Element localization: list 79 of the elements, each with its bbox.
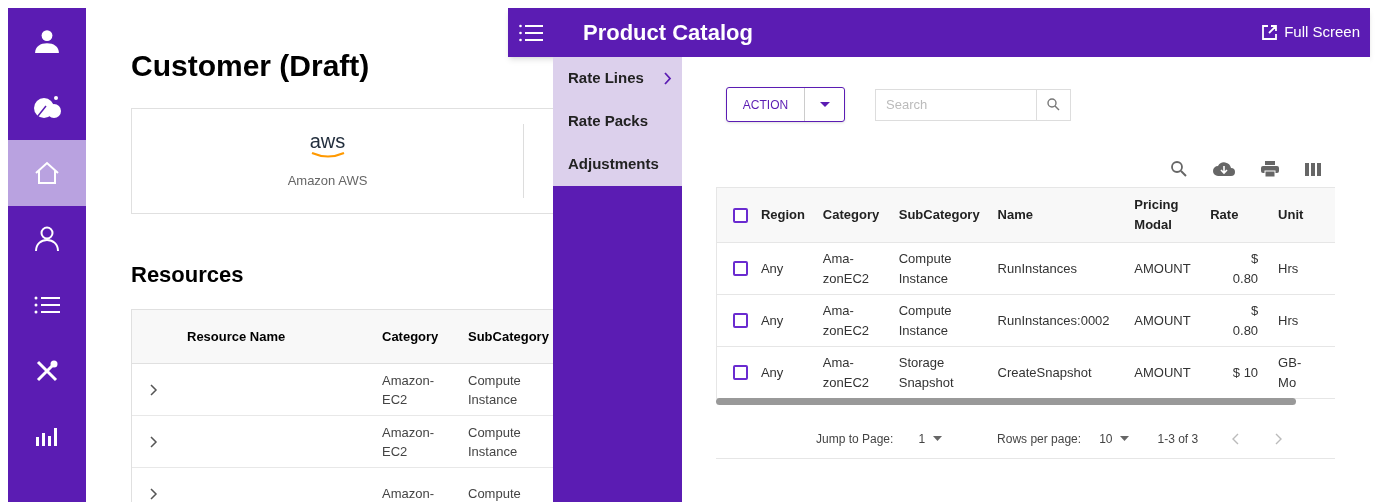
table-cell-text: Hrs: [1278, 259, 1299, 278]
table-cell-text: Any: [760, 311, 784, 330]
search-button[interactable]: [1037, 88, 1071, 121]
column-header: Region: [760, 206, 805, 224]
checkbox[interactable]: [733, 261, 748, 276]
table-cell-text: GB-Mo: [1278, 353, 1303, 392]
table-cell-text: Compute: [468, 485, 522, 502]
table-cell-text: Any: [760, 363, 784, 382]
column-header: Category: [382, 327, 440, 346]
table-cell-text: Storage Snapshot: [898, 353, 955, 392]
search-icon[interactable]: [1171, 161, 1187, 177]
tools-icon: [35, 359, 59, 383]
caret-icon: [819, 102, 830, 107]
page-range: 1-3 of 3: [1157, 430, 1199, 448]
bar-chart-icon: [36, 428, 58, 446]
table-cell-text: Compute Instance: [468, 371, 522, 409]
table-cell-text: Compute Instance: [468, 423, 522, 461]
user-icon: [35, 226, 59, 252]
column-header: Unit: [1278, 206, 1304, 224]
cloud-logo-icon: [32, 94, 62, 120]
table-cell-text: Ama-zonEC2: [822, 249, 868, 288]
panel-title: Product Catalog: [583, 19, 753, 47]
caret-icon: [1120, 436, 1130, 441]
column-header: Category: [822, 206, 880, 224]
search-icon: [1047, 98, 1060, 111]
open-external-icon: [1261, 24, 1279, 41]
provider-name: Amazon AWS: [287, 172, 368, 191]
table-cell-text: CreateSnapshot: [997, 363, 1092, 382]
checkbox[interactable]: [733, 365, 748, 380]
home-icon: [34, 161, 60, 185]
rows-label: Rows per page:: [997, 430, 1082, 448]
table-cell-text: Amazon-EC2: [382, 371, 436, 409]
column-header: Pricing Modal: [1134, 196, 1180, 234]
table-cell-text: $ 0.80: [1231, 301, 1259, 340]
table-cell-text: Compute Instance: [898, 249, 953, 288]
table-cell-text: AMOUNT: [1134, 311, 1191, 330]
expand-icon[interactable]: [150, 487, 158, 500]
full-screen-button[interactable]: Full Screen: [1261, 21, 1360, 44]
expand-icon[interactable]: [150, 435, 158, 448]
columns-icon[interactable]: [1305, 162, 1321, 176]
table-cell-text: Ama-zonEC2: [822, 353, 868, 392]
person-icon: [34, 28, 60, 54]
table-cell-text: Ama-zonEC2: [822, 301, 868, 340]
column-header: SubCategory: [898, 206, 980, 224]
rows-select[interactable]: 10: [1099, 429, 1130, 448]
page-title: Customer (Draft): [131, 48, 370, 84]
cloud-download-icon[interactable]: [1213, 161, 1235, 177]
table-cell-text: RunInstances:0002: [997, 311, 1110, 330]
table-cell-text: Amazon-: [382, 485, 436, 502]
table-cell-text: Hrs: [1278, 311, 1299, 330]
action-button[interactable]: ACTION: [726, 87, 845, 122]
table-cell-text: AMOUNT: [1134, 259, 1191, 278]
menu-item[interactable]: Rate Packs: [553, 100, 682, 143]
table-cell-text: $ 10: [1232, 363, 1259, 382]
list-icon: [34, 295, 60, 315]
column-header: Name: [997, 206, 1033, 224]
table-cell-text: AMOUNT: [1134, 363, 1191, 382]
page-select[interactable]: 1: [918, 429, 943, 448]
caret-icon: [933, 436, 943, 441]
table-cell-text: Compute Instance: [898, 301, 953, 340]
jump-label: Jump to Page:: [816, 430, 894, 448]
aws-logo: aws: [309, 131, 346, 160]
checkbox[interactable]: [733, 207, 748, 223]
checkbox[interactable]: [733, 313, 748, 328]
table-cell-text: $ 0.80: [1231, 249, 1259, 288]
menu-item[interactable]: Adjustments: [553, 143, 682, 186]
table-cell-text: RunInstances: [997, 259, 1078, 278]
section-title: Resources: [131, 261, 244, 289]
column-header: SubCategory: [468, 327, 550, 346]
search-field[interactable]: Search: [875, 88, 1037, 121]
menu-item[interactable]: Rate Lines: [553, 57, 682, 100]
scrollbar[interactable]: [716, 398, 1296, 405]
column-header: Resource Name: [186, 327, 287, 346]
column-header: Rate: [1210, 206, 1239, 224]
table-cell-text: Amazon-EC2: [382, 423, 436, 461]
menu-icon: [518, 23, 543, 42]
table-cell-text: Any: [760, 259, 784, 278]
expand-icon[interactable]: [150, 383, 158, 396]
print-icon[interactable]: [1261, 161, 1279, 177]
